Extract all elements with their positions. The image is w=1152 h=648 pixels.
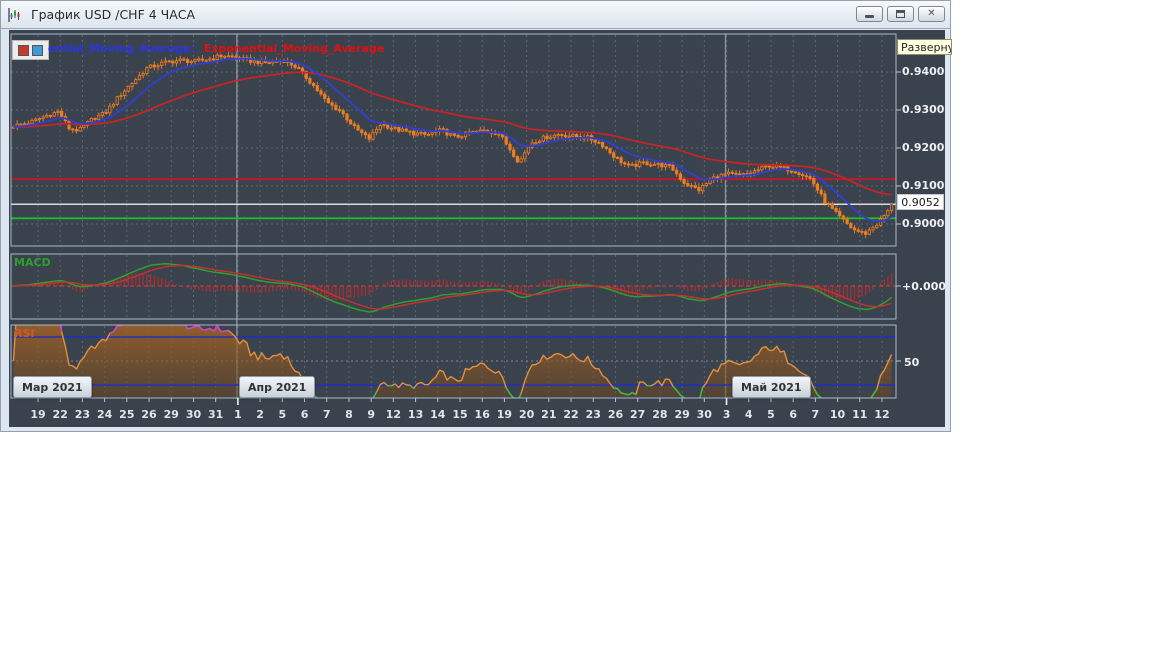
x-axis-day-label: 11 <box>852 408 868 421</box>
x-axis-day-label: 7 <box>322 408 331 421</box>
toggle-ma-blue-button[interactable] <box>32 44 43 56</box>
rsi-mid-axis-label: 50 <box>904 356 920 369</box>
price-axis-label: 0.9100 <box>902 179 945 192</box>
macd-label: MACD <box>14 256 51 269</box>
x-axis-day-label: 9 <box>367 408 375 421</box>
x-axis-day-label: 23 <box>585 408 601 421</box>
x-axis-day-label: 20 <box>518 408 535 421</box>
x-axis-day-label: 4 <box>744 408 753 421</box>
x-axis-day-label: 8 <box>345 408 353 421</box>
x-axis-day-label: 28 <box>652 408 668 421</box>
x-axis-day-label: 24 <box>96 408 113 421</box>
x-axis-day-label: 21 <box>541 408 557 421</box>
x-axis-day-label: 25 <box>119 408 135 421</box>
toggle-ma-red-button[interactable] <box>18 44 29 56</box>
x-axis-day-label: 27 <box>630 408 646 421</box>
x-axis-day-label: 6 <box>789 408 797 421</box>
price-axis-label: 0.9300 <box>902 103 945 116</box>
macd-zero-axis-label: +0.000 <box>902 280 947 293</box>
x-axis-day-label: 22 <box>52 408 68 421</box>
x-axis-day-label: 26 <box>141 408 157 421</box>
indicator-legend: ential_Moving_Average: Exponential_Movin… <box>48 42 384 55</box>
x-axis-day-label: 19 <box>496 408 513 421</box>
x-axis-day-label: 3 <box>722 408 731 421</box>
x-axis-day-label: 26 <box>607 408 624 421</box>
x-axis-day-label: 2 <box>256 408 264 421</box>
x-axis-day-label: 19 <box>30 408 46 421</box>
x-axis-day-label: 29 <box>163 408 179 421</box>
x-axis-day-label: 16 <box>474 408 490 421</box>
price-axis-label: 0.9200 <box>902 141 945 154</box>
x-axis-day-label: 23 <box>74 408 91 421</box>
ema-fast-legend-label: ential_Moving_Average: <box>48 42 195 55</box>
x-axis-day-label: 6 <box>300 408 309 421</box>
x-axis-day-label: 15 <box>452 408 468 421</box>
price-axis-label: 0.9000 <box>902 217 945 230</box>
current-price-badge: 0.9052 <box>897 194 944 210</box>
rsi-label: RSI <box>14 327 35 340</box>
price-axis-label: 0.9400 <box>902 65 945 78</box>
x-axis-day-label: 5 <box>278 408 287 421</box>
x-axis-day-label: 12 <box>385 408 402 421</box>
ema-slow-legend-label: Exponential_Moving_Average <box>203 42 385 55</box>
x-axis-day-label: 7 <box>811 408 820 421</box>
x-axis-day-label: 1 <box>234 408 242 421</box>
x-axis-day-label: 29 <box>674 408 690 421</box>
x-axis-day-label: 13 <box>407 408 424 421</box>
x-axis-day-label: 30 <box>696 408 712 421</box>
price-chart-canvas[interactable] <box>1 1 952 433</box>
x-axis-day-label: 22 <box>563 408 579 421</box>
chart-window: График USD /CHF 4 ЧАСА ✕ ential_Moving_A… <box>0 0 952 433</box>
x-axis-day-label: 10 <box>829 408 846 421</box>
desktop: График USD /CHF 4 ЧАСА ✕ ential_Moving_A… <box>0 0 1152 648</box>
month-label-badge: Май 2021 <box>732 376 811 398</box>
month-label-badge: Мар 2021 <box>13 376 92 398</box>
x-axis-day-label: 12 <box>874 408 890 421</box>
x-axis-day-label: 30 <box>185 408 202 421</box>
month-label-badge: Апр 2021 <box>239 376 316 398</box>
x-axis-day-label: 5 <box>767 408 775 421</box>
x-axis-day-label: 14 <box>430 408 446 421</box>
x-axis-day-label: 31 <box>208 408 224 421</box>
series-toggle-chip <box>12 40 49 60</box>
maximize-tooltip: Развернуть <box>897 39 952 55</box>
